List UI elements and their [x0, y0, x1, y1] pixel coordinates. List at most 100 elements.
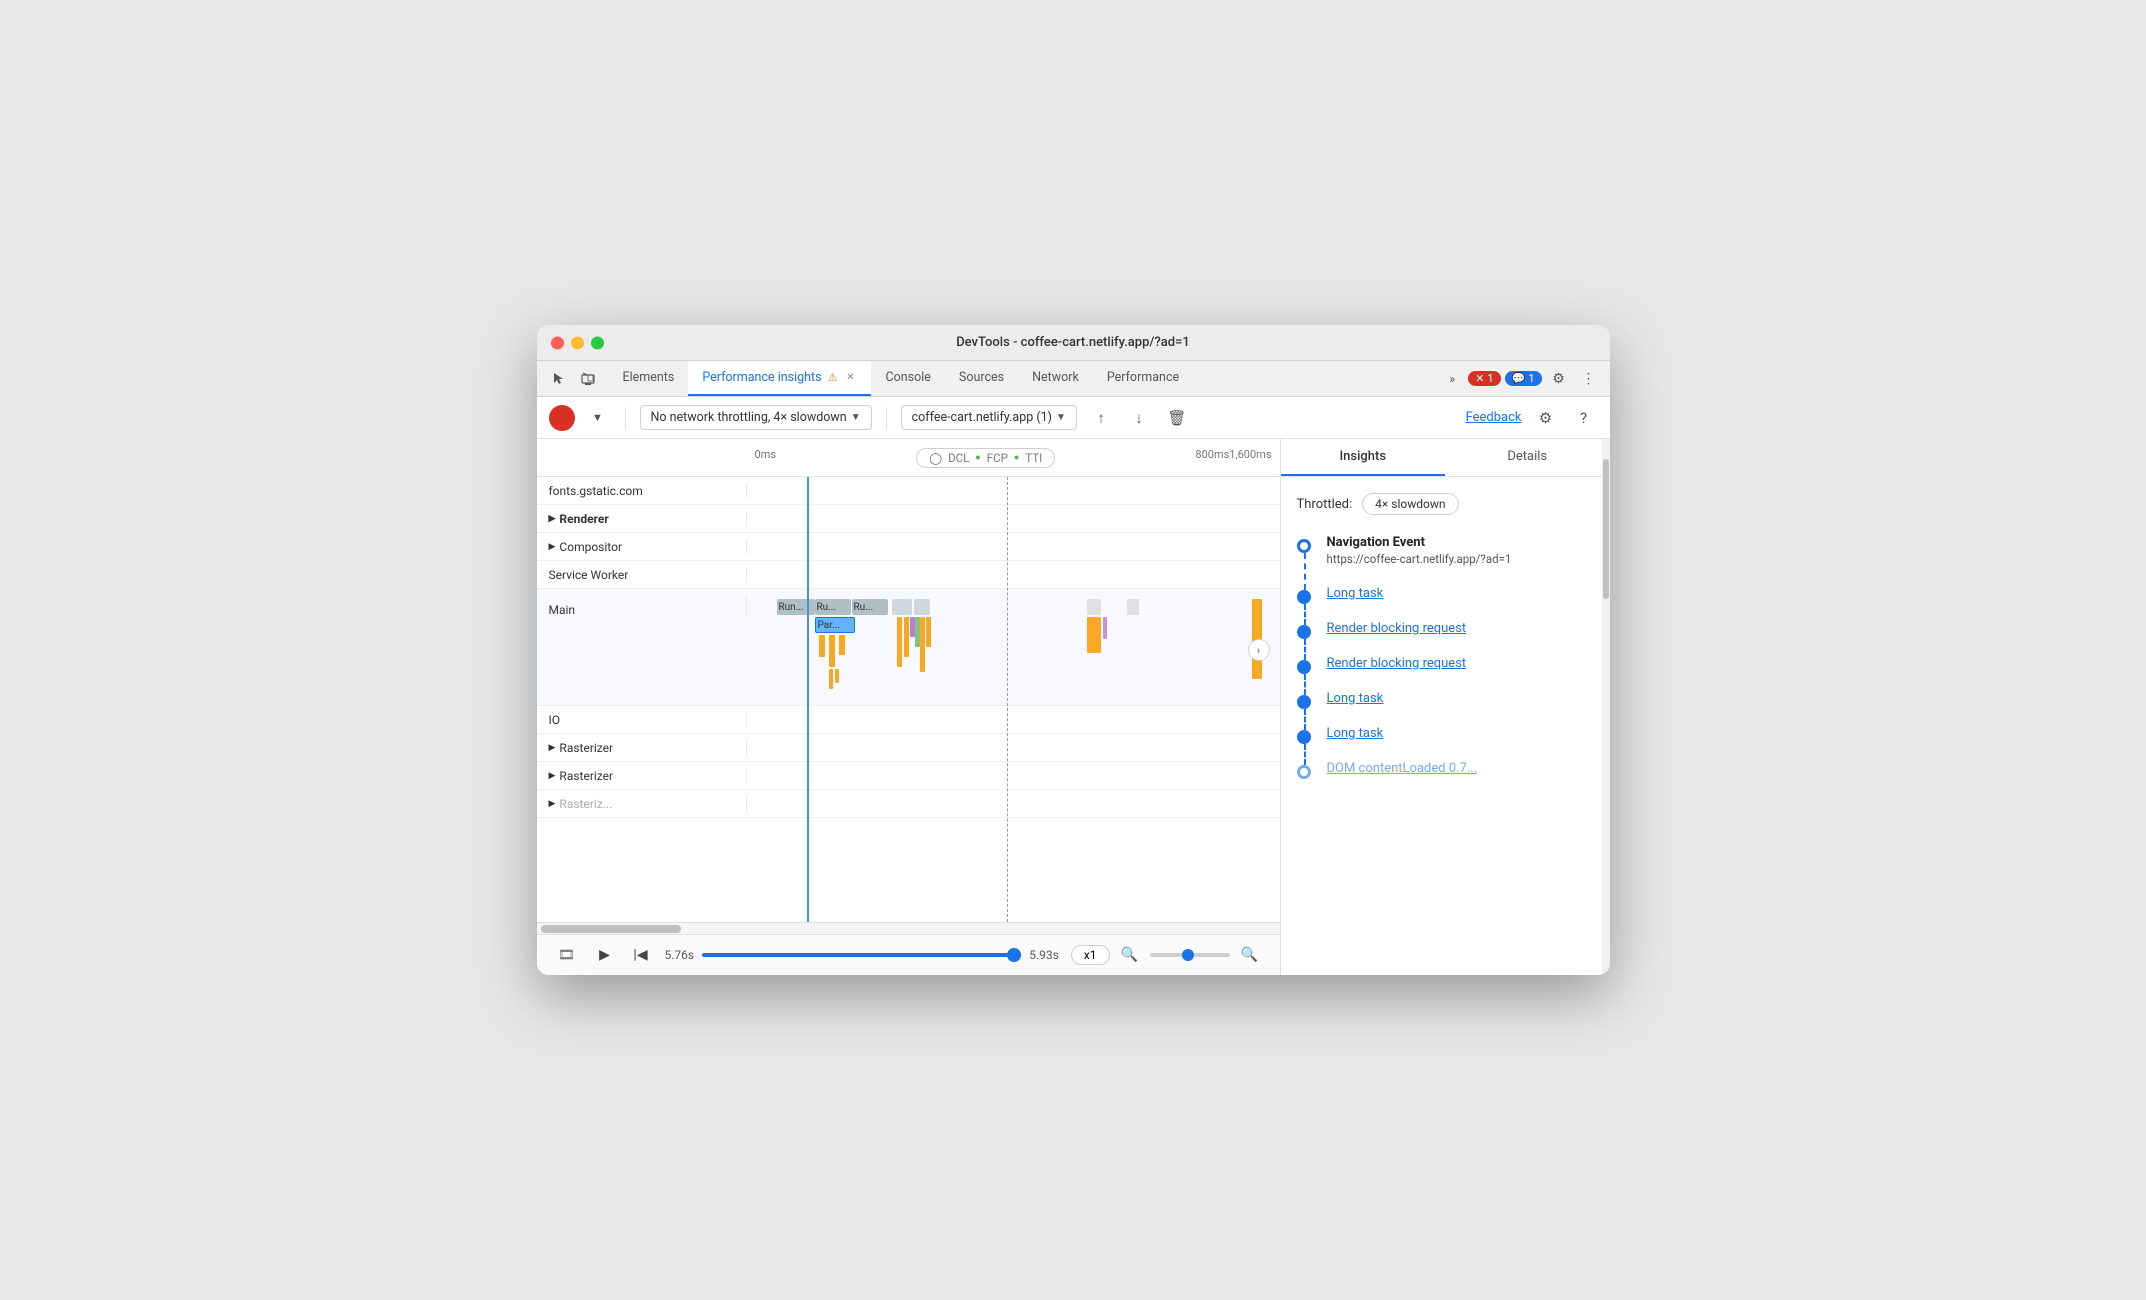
flame-par[interactable]: Par... [815, 617, 855, 633]
track-label-renderer[interactable]: ▶ Renderer [537, 512, 747, 526]
render-blocking-1-link[interactable]: Render blocking request [1327, 621, 1467, 636]
flame-mid-3[interactable] [910, 617, 915, 637]
ruler-marks: 0ms ◯ DCL ● FCP ● TTI 800ms [755, 448, 1272, 468]
flame-mid-2[interactable] [904, 617, 909, 657]
timeline-dot-1 [1297, 590, 1311, 604]
throttle-badge[interactable]: 4× slowdown [1362, 493, 1458, 515]
track-row-rasterizer3: ▶ Rasteriz... [537, 790, 1280, 818]
track-row-rasterizer1: ▶ Rasterizer [537, 734, 1280, 762]
tab-performance[interactable]: Performance [1093, 361, 1193, 396]
record-button[interactable] [549, 405, 575, 431]
screenshot-icon[interactable]: 🎞 [553, 941, 581, 969]
dom-content-link[interactable]: DOM contentLoaded 0.7... [1327, 761, 1478, 776]
divider2 [886, 407, 887, 429]
tti-label: TTI [1025, 451, 1042, 465]
track-label-rasterizer3[interactable]: ▶ Rasteriz... [537, 797, 747, 811]
minimize-button[interactable] [571, 336, 584, 349]
flame-right-4[interactable] [1127, 599, 1139, 615]
main-area: 0ms ◯ DCL ● FCP ● TTI 800ms [537, 439, 1610, 975]
flame-block-2[interactable] [914, 599, 930, 615]
track-label-service-worker: Service Worker [537, 568, 747, 582]
feedback-link[interactable]: Feedback [1466, 410, 1522, 425]
throttle-dropdown[interactable]: No network throttling, 4× slowdown ▼ [640, 405, 872, 430]
track-row-main: Main Run... Ru... Ru... Par... [537, 589, 1280, 706]
message-badge[interactable]: 💬 1 [1505, 371, 1542, 386]
track-label-compositor[interactable]: ▶ Compositor [537, 540, 747, 554]
long-task-3-link[interactable]: Long task [1327, 726, 1384, 741]
zoom-value[interactable]: x1 [1071, 945, 1110, 965]
tabs-list: Elements Performance insights ⚠ ✕ Consol… [609, 361, 1437, 396]
error-badge[interactable]: ✕ 1 [1468, 371, 1500, 386]
flame-yellow-1[interactable] [819, 635, 825, 657]
settings-icon[interactable]: ⚙ [1546, 366, 1572, 392]
maximize-button[interactable] [591, 336, 604, 349]
long-task-2-link[interactable]: Long task [1327, 691, 1384, 706]
track-label-io: IO [537, 713, 747, 727]
timeline-item-long-task-1: Long task [1327, 586, 1594, 601]
flame-block-1[interactable] [892, 599, 912, 615]
dcl-label: DCL [948, 451, 969, 465]
flame-right-3[interactable] [1103, 617, 1107, 639]
flame-yellow-4[interactable] [829, 669, 833, 689]
flame-run-1[interactable]: Run... [777, 599, 815, 615]
track-content-main[interactable]: Run... Ru... Ru... Par... [747, 595, 1280, 705]
record-dropdown-icon[interactable]: ▼ [585, 405, 611, 431]
gear-icon[interactable]: ⚙ [1532, 404, 1560, 432]
track-row-io: IO [537, 706, 1280, 734]
tab-details[interactable]: Details [1445, 439, 1610, 476]
upload-icon[interactable]: ↑ [1087, 404, 1115, 432]
tab-sources[interactable]: Sources [945, 361, 1018, 396]
flame-right-1[interactable] [1087, 599, 1101, 615]
flame-mid-6[interactable] [926, 617, 931, 647]
flame-run-3[interactable]: Ru... [852, 599, 888, 615]
tab-insights[interactable]: Insights [1281, 439, 1446, 476]
skip-to-start-button[interactable]: |◀ [629, 943, 653, 967]
zoom-out-icon[interactable]: 🔍 [1116, 941, 1144, 969]
flame-mid-4[interactable] [915, 617, 920, 647]
right-panel-scrollbar[interactable] [1602, 439, 1610, 975]
flame-mid-1[interactable] [897, 617, 902, 667]
expand-right-button[interactable]: › [1248, 639, 1270, 661]
chevron-down-icon: ▼ [851, 412, 861, 423]
cursor-icon[interactable] [545, 366, 571, 392]
right-panel-content[interactable]: Throttled: 4× slowdown Navigation Event … [1281, 477, 1610, 975]
track-label-rasterizer1[interactable]: ▶ Rasterizer [537, 741, 747, 755]
toolbar: ▼ No network throttling, 4× slowdown ▼ c… [537, 397, 1610, 439]
help-icon[interactable]: ? [1570, 404, 1598, 432]
tracks-container[interactable]: fonts.gstatic.com ▶ Renderer ▶ [537, 477, 1280, 922]
device-icon[interactable] [575, 366, 601, 392]
zoom-slider[interactable] [1150, 953, 1230, 957]
flame-yellow-3[interactable] [839, 635, 845, 655]
flame-yellow-5[interactable] [835, 669, 839, 683]
delete-icon[interactable]: 🗑 [1163, 404, 1191, 432]
timeline-dot-6 [1297, 765, 1311, 779]
right-scrollbar-thumb[interactable] [1603, 459, 1609, 599]
close-button[interactable] [551, 336, 564, 349]
time-slider-fill [702, 953, 1021, 957]
tab-close-icon[interactable]: ✕ [843, 371, 857, 385]
zoom-thumb[interactable] [1182, 949, 1194, 961]
tab-network[interactable]: Network [1018, 361, 1093, 396]
track-label-rasterizer2[interactable]: ▶ Rasterizer [537, 769, 747, 783]
insights-timeline: Navigation Event https://coffee-cart.net… [1297, 535, 1594, 796]
time-slider-thumb[interactable] [1007, 948, 1021, 962]
play-button[interactable]: ▶ [593, 943, 617, 967]
tab-elements[interactable]: Elements [609, 361, 689, 396]
scrollbar-thumb[interactable] [541, 925, 681, 933]
zoom-in-icon[interactable]: 🔍 [1236, 941, 1264, 969]
long-task-1-link[interactable]: Long task [1327, 586, 1384, 601]
target-dropdown[interactable]: coffee-cart.netlify.app (1) ▼ [901, 405, 1077, 430]
tab-console[interactable]: Console [871, 361, 944, 396]
more-options-icon[interactable]: ⋮ [1576, 366, 1602, 392]
flame-yellow-2[interactable] [829, 635, 835, 667]
flame-run-2[interactable]: Ru... [815, 599, 851, 615]
right-panel: Insights Details Throttled: 4× slowdown [1280, 439, 1610, 975]
flame-right-2[interactable] [1087, 617, 1101, 653]
download-icon[interactable]: ↓ [1125, 404, 1153, 432]
flame-mid-5[interactable] [920, 617, 925, 672]
render-blocking-2-link[interactable]: Render blocking request [1327, 656, 1467, 671]
more-tabs-icon[interactable]: » [1440, 367, 1464, 391]
time-slider[interactable] [702, 953, 1021, 957]
horizontal-scrollbar[interactable] [537, 922, 1280, 934]
tab-performance-insights[interactable]: Performance insights ⚠ ✕ [688, 361, 871, 396]
